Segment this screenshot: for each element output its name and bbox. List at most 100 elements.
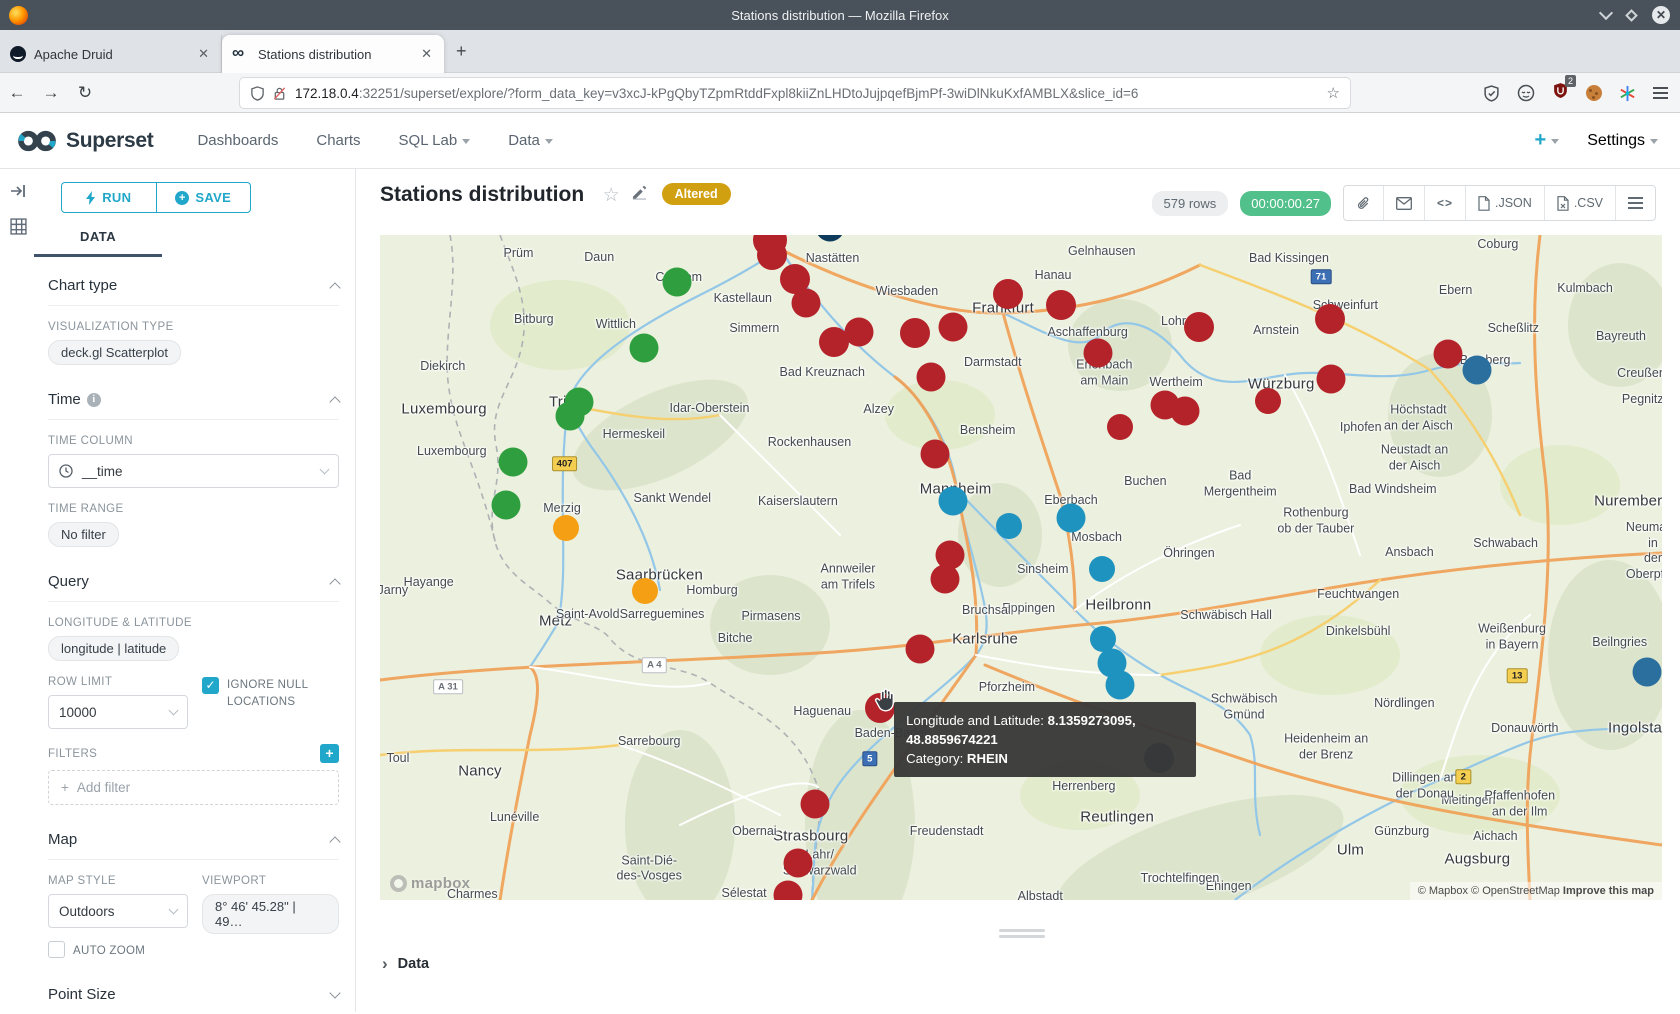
forward-button[interactable]: → xyxy=(34,83,68,103)
data-panel-toggle[interactable]: › Data xyxy=(382,955,429,972)
new-item-button[interactable]: + xyxy=(1535,129,1560,152)
scatter-point[interactable] xyxy=(931,565,960,594)
scatter-point[interactable] xyxy=(900,318,930,348)
scatter-point[interactable] xyxy=(1433,340,1462,369)
tab-apache-druid[interactable]: Apache Druid ✕ xyxy=(0,35,222,73)
altered-badge[interactable]: Altered xyxy=(662,183,731,205)
scatter-point[interactable] xyxy=(491,490,520,519)
scatter-point[interactable] xyxy=(553,515,579,541)
cookie-extension-icon[interactable] xyxy=(1586,85,1602,101)
superset-brand[interactable]: Superset xyxy=(16,128,153,154)
nav-item-data[interactable]: Data xyxy=(508,132,553,149)
shield-icon[interactable] xyxy=(250,86,265,101)
scatter-point[interactable] xyxy=(1632,657,1661,686)
mapbox-logo[interactable]: mapbox xyxy=(390,875,470,892)
improve-map-link[interactable]: Improve this map xyxy=(1563,885,1654,897)
nav-item-dashboards[interactable]: Dashboards xyxy=(197,132,278,149)
map-canvas[interactable]: PrümDaunCochemNastättenKastellaunWiesbad… xyxy=(380,235,1662,900)
url-text[interactable]: 172.18.0.4:32251/superset/explore/?form_… xyxy=(295,86,1319,101)
scatter-point[interactable] xyxy=(757,240,787,270)
export-json-button[interactable]: .JSON xyxy=(1465,186,1544,220)
edit-pencil-icon[interactable] xyxy=(632,185,647,200)
datasource-grid-icon[interactable] xyxy=(10,218,27,235)
run-button[interactable]: RUN xyxy=(62,183,156,212)
window-maximize-button[interactable] xyxy=(1625,9,1638,22)
scatter-point[interactable] xyxy=(1105,671,1134,700)
scatter-point[interactable] xyxy=(555,401,584,430)
time-column-select[interactable]: __time xyxy=(48,454,339,488)
scatter-point[interactable] xyxy=(1463,355,1492,384)
bookmark-star-icon[interactable]: ☆ xyxy=(1327,84,1340,102)
scatter-point[interactable] xyxy=(499,447,528,476)
browser-menu-icon[interactable] xyxy=(1653,87,1668,99)
nav-item-sql-lab[interactable]: SQL Lab xyxy=(399,132,471,149)
scatter-point[interactable] xyxy=(1171,396,1200,425)
scatter-point[interactable] xyxy=(845,318,874,347)
pane-resize-handle[interactable] xyxy=(999,929,1045,938)
tab-stations-distribution[interactable]: ∞ Stations distribution ✕ xyxy=(222,35,444,73)
save-button[interactable]: + SAVE xyxy=(156,183,251,212)
tab-close-icon[interactable]: ✕ xyxy=(196,46,211,62)
add-filter-plus-button[interactable]: + xyxy=(320,744,339,763)
email-button[interactable] xyxy=(1383,186,1424,220)
scatter-point[interactable] xyxy=(1090,626,1116,652)
scatter-point[interactable] xyxy=(632,578,658,604)
tab-close-icon[interactable]: ✕ xyxy=(419,46,434,62)
add-filter-box[interactable]: + Add filter xyxy=(48,770,339,805)
scatter-point[interactable] xyxy=(1046,290,1076,320)
back-button[interactable]: ← xyxy=(0,83,34,103)
scatter-point[interactable] xyxy=(1255,388,1281,414)
scatter-point[interactable] xyxy=(1083,338,1112,367)
scatter-point[interactable] xyxy=(1317,365,1346,394)
mask-extension-icon[interactable] xyxy=(1517,84,1535,102)
section-chart-type-header[interactable]: Chart type xyxy=(48,277,339,306)
scatter-point[interactable] xyxy=(800,789,829,818)
row-limit-select[interactable]: 10000 xyxy=(48,695,188,729)
ignore-null-checkbox[interactable]: ✓ xyxy=(202,677,219,694)
scatter-point[interactable] xyxy=(917,362,946,391)
section-query-header[interactable]: Query xyxy=(48,573,339,602)
nav-item-charts[interactable]: Charts xyxy=(316,132,360,149)
scatter-point[interactable] xyxy=(783,848,812,877)
scatter-point[interactable] xyxy=(939,313,968,342)
viz-type-value[interactable]: deck.gl Scatterplot xyxy=(48,340,181,365)
scatter-point[interactable] xyxy=(905,635,934,664)
time-range-value[interactable]: No filter xyxy=(48,522,119,547)
new-tab-button[interactable]: + xyxy=(456,42,467,60)
favorite-star-icon[interactable]: ☆ xyxy=(603,185,620,206)
scatter-point[interactable] xyxy=(921,440,950,469)
export-csv-button[interactable]: .CSV xyxy=(1544,186,1615,220)
collapse-panel-icon[interactable] xyxy=(10,183,26,199)
scatter-point[interactable] xyxy=(993,279,1023,309)
scatter-point[interactable] xyxy=(1107,414,1133,440)
tab-data[interactable]: DATA xyxy=(80,229,355,244)
scatter-point[interactable] xyxy=(939,487,968,516)
section-time-header[interactable]: Timei xyxy=(48,391,339,420)
mapbox-logo-word: mapbox xyxy=(411,875,470,892)
settings-menu[interactable]: Settings xyxy=(1587,132,1658,150)
chart-menu-button[interactable] xyxy=(1615,186,1655,220)
section-point-size-header[interactable]: Point Size xyxy=(48,986,339,1014)
window-close-button[interactable]: ✕ xyxy=(1652,6,1670,24)
copy-link-button[interactable] xyxy=(1344,186,1383,220)
scatter-point[interactable] xyxy=(630,334,659,363)
scatter-point[interactable] xyxy=(1315,304,1345,334)
auto-zoom-checkbox[interactable] xyxy=(48,941,65,958)
shield-check-extension-icon[interactable] xyxy=(1483,85,1500,102)
map-style-select[interactable]: Outdoors xyxy=(48,894,188,928)
colorful-asterisk-extension-icon[interactable] xyxy=(1619,85,1636,102)
viewport-value[interactable]: 8° 46' 45.28" | 49… xyxy=(202,894,339,934)
url-bar[interactable]: 172.18.0.4:32251/superset/explore/?form_… xyxy=(240,78,1350,108)
lonlat-value[interactable]: longitude | latitude xyxy=(48,636,179,661)
scatter-point[interactable] xyxy=(663,268,692,297)
scatter-point[interactable] xyxy=(1184,312,1214,342)
embed-code-button[interactable]: <> xyxy=(1424,186,1465,220)
scatter-point[interactable] xyxy=(1089,556,1115,582)
reload-button[interactable]: ↻ xyxy=(68,83,102,103)
scatter-point[interactable] xyxy=(996,513,1022,539)
insecure-lock-icon[interactable] xyxy=(272,86,287,101)
window-minimize-button[interactable] xyxy=(1599,6,1613,20)
scatter-point[interactable] xyxy=(791,288,820,317)
scatter-point[interactable] xyxy=(1056,504,1085,533)
section-map-header[interactable]: Map xyxy=(48,831,339,860)
